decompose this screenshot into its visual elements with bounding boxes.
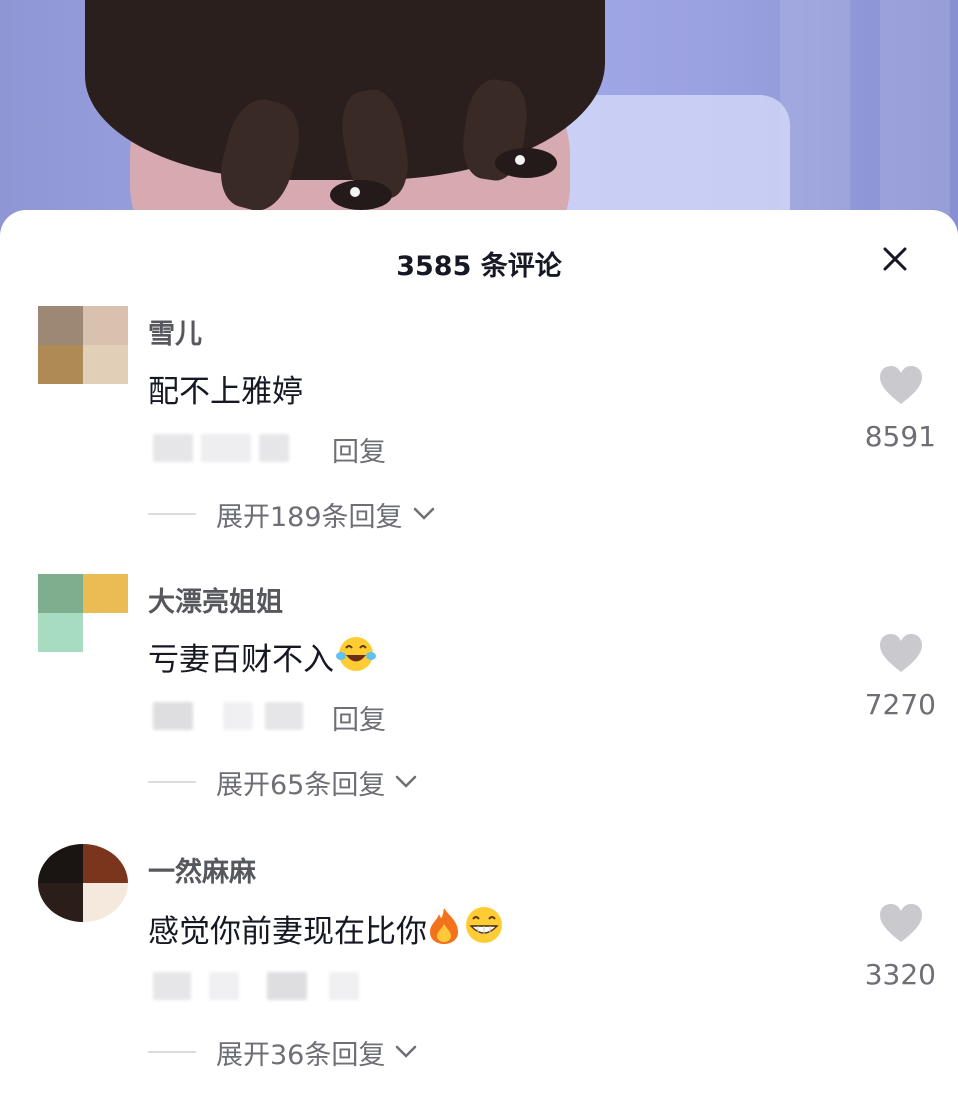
heart-icon[interactable] [878,364,924,406]
reply-button[interactable]: 回复 [332,430,386,469]
expand-replies[interactable]: 展开65条回复 [148,762,417,802]
like-count: 7270 [864,688,936,721]
expand-replies-label: 展开65条回复 [216,769,386,801]
like-count: 8591 [864,420,936,453]
grinning-emoji [466,907,502,943]
close-button[interactable] [872,236,918,282]
left-eye [330,180,392,210]
username[interactable]: 大漂亮姐姐 [148,580,283,619]
comment-meta-blurred [153,434,303,462]
wall-panel [880,0,950,240]
avatar[interactable] [38,844,128,922]
reply-button[interactable]: 回复 [332,698,386,737]
wall-panel [780,0,850,240]
comment-text-content: 亏妻百财不入 [148,642,334,678]
comment-meta-blurred [153,702,303,730]
fire-emoji [430,908,458,944]
comment-text-content: 感觉你前妻现在比你 [148,914,427,950]
like-count: 3320 [864,958,936,991]
username[interactable]: 一然麻麻 [148,850,256,889]
avatar[interactable] [38,574,128,652]
username[interactable]: 雪儿 [148,312,202,351]
video-background[interactable] [0,0,958,240]
heart-icon[interactable] [878,902,924,944]
comment-text: 感觉你前妻现在比你 [148,904,507,951]
divider [148,781,196,783]
comment-text: 亏妻百财不入 [148,634,378,679]
comment-item: 一然麻麻 感觉你前妻现在比你 3320 展开36条回复 [0,844,958,1094]
chevron-down-icon [396,1045,417,1058]
right-eye [495,148,557,178]
expand-replies[interactable]: 展开36条回复 [148,1032,417,1072]
laughing-crying-emoji [336,637,376,671]
expand-replies[interactable]: 展开189条回复 [148,494,435,534]
close-icon [883,247,907,271]
divider [148,1051,196,1053]
comment-item: 大漂亮姐姐 亏妻百财不入 回复 7270 展开65条回复 [0,574,958,824]
comment-meta-blurred [153,972,359,1000]
chevron-down-icon [413,507,434,520]
avatar[interactable] [38,306,128,384]
comment-item: 雪儿 配不上雅婷 回复 8591 展开189条回复 [0,306,958,556]
comment-text: 配不上雅婷 [148,374,303,410]
heart-icon[interactable] [878,632,924,674]
chevron-down-icon [396,775,417,788]
comment-count-title: 3585 条评论 [396,251,562,282]
comment-sheet: 3585 条评论 雪儿 配不上雅婷 回复 8591 展开189条回复 大漂亮姐姐… [0,210,958,1096]
divider [148,513,196,515]
expand-replies-label: 展开189条回复 [216,501,403,533]
expand-replies-label: 展开36条回复 [216,1039,386,1071]
